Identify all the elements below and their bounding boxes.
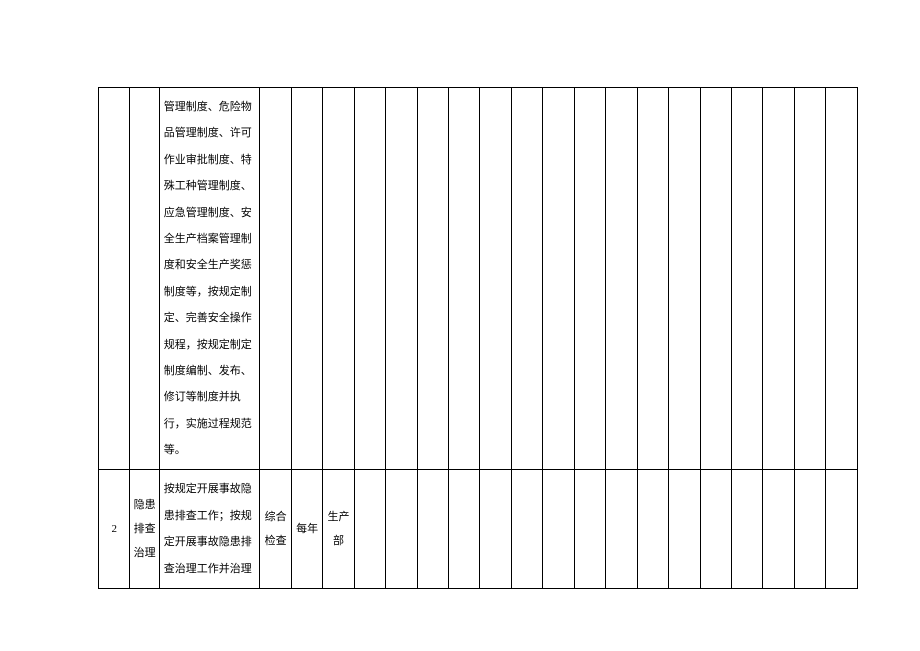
cell xyxy=(354,88,385,470)
cell xyxy=(826,88,858,470)
cell xyxy=(511,470,542,589)
cell-index xyxy=(99,88,130,470)
cell xyxy=(826,470,858,589)
cell xyxy=(794,88,825,470)
cell xyxy=(386,88,417,470)
cell xyxy=(543,88,574,470)
cell xyxy=(574,88,605,470)
cell xyxy=(606,470,637,589)
cell xyxy=(700,88,731,470)
cell xyxy=(511,88,542,470)
table-row: 管理制度、危险物品管理制度、许可作业审批制度、特殊工种管理制度、应急管理制度、安… xyxy=(99,88,858,470)
cell xyxy=(794,470,825,589)
table-row: 2 隐患排查治理 按规定开展事故隐患排查工作；按规定开展事故隐患排查治理工作并治… xyxy=(99,470,858,589)
cell xyxy=(480,470,511,589)
cell: 综合检查 xyxy=(260,470,291,589)
cell xyxy=(700,470,731,589)
cell-index: 2 xyxy=(99,470,130,589)
cell xyxy=(637,88,668,470)
cell: 生产部 xyxy=(323,470,354,589)
inspection-table: 管理制度、危险物品管理制度、许可作业审批制度、特殊工种管理制度、应急管理制度、安… xyxy=(98,87,858,589)
cell xyxy=(731,470,762,589)
cell xyxy=(637,470,668,589)
cell xyxy=(606,88,637,470)
cell xyxy=(731,88,762,470)
cell xyxy=(291,88,322,470)
cell xyxy=(354,470,385,589)
cell-category xyxy=(130,88,159,470)
cell xyxy=(543,470,574,589)
cell xyxy=(260,88,291,470)
cell xyxy=(323,88,354,470)
cell xyxy=(669,470,700,589)
cell xyxy=(669,88,700,470)
cell xyxy=(763,470,794,589)
cell xyxy=(386,470,417,589)
cell xyxy=(480,88,511,470)
cell xyxy=(449,88,480,470)
cell xyxy=(417,88,448,470)
inspection-table-wrap: 管理制度、危险物品管理制度、许可作业审批制度、特殊工种管理制度、应急管理制度、安… xyxy=(98,87,858,589)
cell: 每年 xyxy=(291,470,322,589)
cell xyxy=(763,88,794,470)
cell xyxy=(574,470,605,589)
cell xyxy=(449,470,480,589)
cell-category: 隐患排查治理 xyxy=(130,470,159,589)
cell-content: 按规定开展事故隐患排查工作；按规定开展事故隐患排查治理工作并治理 xyxy=(159,470,260,589)
cell xyxy=(417,470,448,589)
cell-content: 管理制度、危险物品管理制度、许可作业审批制度、特殊工种管理制度、应急管理制度、安… xyxy=(159,88,260,470)
